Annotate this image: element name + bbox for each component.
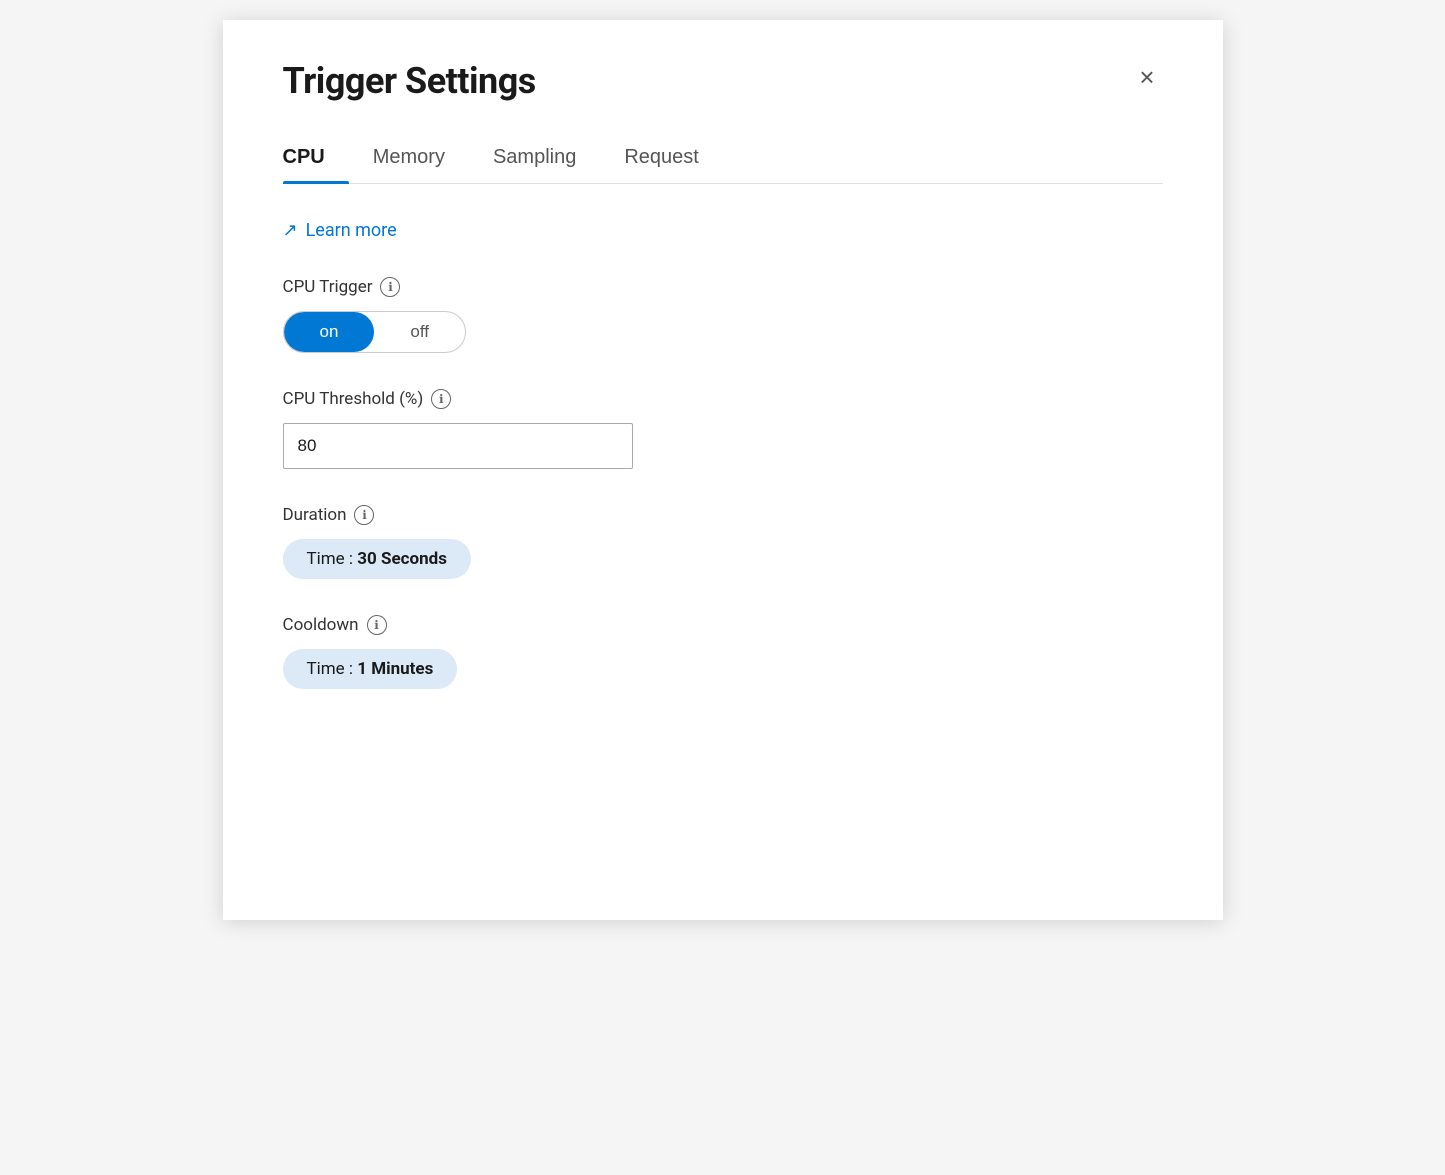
cooldown-label: Cooldown xyxy=(283,615,359,635)
learn-more-section: ↗ Learn more xyxy=(283,220,1163,241)
trigger-settings-dialog: Trigger Settings × CPU Memory Sampling R… xyxy=(223,20,1223,920)
close-button[interactable]: × xyxy=(1131,60,1162,94)
cooldown-value: 1 Minutes xyxy=(357,659,433,679)
duration-value: 30 Seconds xyxy=(357,549,447,569)
cooldown-prefix: Time : xyxy=(307,659,358,679)
cpu-trigger-label: CPU Trigger xyxy=(283,277,373,297)
tab-cpu[interactable]: CPU xyxy=(283,134,349,183)
cpu-threshold-info-icon[interactable]: ℹ xyxy=(431,389,451,409)
duration-label: Duration xyxy=(283,505,347,525)
cpu-threshold-section: CPU Threshold (%) ℹ xyxy=(283,389,1163,469)
duration-label-group: Duration ℹ xyxy=(283,505,1163,525)
tab-memory[interactable]: Memory xyxy=(373,134,469,183)
cpu-threshold-label-group: CPU Threshold (%) ℹ xyxy=(283,389,1163,409)
learn-more-link[interactable]: Learn more xyxy=(306,220,397,241)
external-link-icon: ↗ xyxy=(283,220,298,241)
toggle-on-button[interactable]: on xyxy=(284,312,375,352)
cpu-trigger-section: CPU Trigger ℹ on off xyxy=(283,277,1163,353)
dialog-title: Trigger Settings xyxy=(283,60,536,102)
cpu-trigger-label-group: CPU Trigger ℹ xyxy=(283,277,1163,297)
cpu-threshold-label: CPU Threshold (%) xyxy=(283,389,424,409)
cpu-threshold-input[interactable] xyxy=(283,423,633,469)
duration-badge[interactable]: Time : 30 Seconds xyxy=(283,539,471,579)
cooldown-badge[interactable]: Time : 1 Minutes xyxy=(283,649,458,689)
cooldown-label-group: Cooldown ℹ xyxy=(283,615,1163,635)
toggle-off-button[interactable]: off xyxy=(374,312,465,352)
cooldown-section: Cooldown ℹ Time : 1 Minutes xyxy=(283,615,1163,689)
tab-request[interactable]: Request xyxy=(624,134,723,183)
duration-section: Duration ℹ Time : 30 Seconds xyxy=(283,505,1163,579)
cooldown-info-icon[interactable]: ℹ xyxy=(367,615,387,635)
dialog-header: Trigger Settings × xyxy=(283,60,1163,102)
duration-prefix: Time : xyxy=(307,549,358,569)
cpu-trigger-toggle[interactable]: on off xyxy=(283,311,467,353)
tab-sampling[interactable]: Sampling xyxy=(493,134,600,183)
tab-bar: CPU Memory Sampling Request xyxy=(283,134,1163,184)
duration-info-icon[interactable]: ℹ xyxy=(354,505,374,525)
cpu-trigger-info-icon[interactable]: ℹ xyxy=(380,277,400,297)
